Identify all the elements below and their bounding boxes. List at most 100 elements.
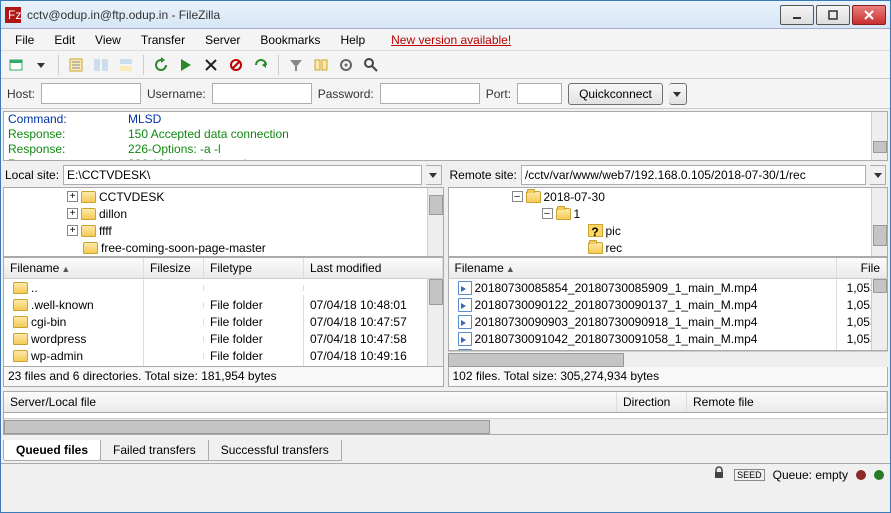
refresh-icon[interactable] bbox=[150, 54, 172, 76]
menu-edit[interactable]: Edit bbox=[46, 31, 83, 49]
expander-icon[interactable]: + bbox=[67, 208, 78, 219]
remote-file-list[interactable]: 20180730085854_20180730085909_1_main_M.m… bbox=[448, 279, 889, 351]
list-item[interactable]: cgi-binFile folder07/04/18 10:47:57 bbox=[4, 313, 443, 330]
menu-help[interactable]: Help bbox=[332, 31, 373, 49]
tab-successful[interactable]: Successful transfers bbox=[208, 440, 342, 461]
col-serverlocal[interactable]: Server/Local file bbox=[4, 392, 617, 412]
quickconnect-bar: Host: Username: Password: Port: Quickcon… bbox=[1, 79, 890, 109]
col-remotefile[interactable]: Remote file bbox=[687, 392, 887, 412]
disconnect-icon[interactable] bbox=[225, 54, 247, 76]
tree-item[interactable]: – 1 bbox=[449, 205, 888, 222]
tree-item[interactable]: free-coming-soon-page-master bbox=[4, 239, 443, 256]
menu-bar: File Edit View Transfer Server Bookmarks… bbox=[1, 29, 890, 51]
col-filename[interactable]: Filename▲ bbox=[4, 258, 144, 278]
quickconnect-button[interactable]: Quickconnect bbox=[568, 83, 663, 105]
video-file-icon bbox=[458, 298, 472, 312]
local-site-label: Local site: bbox=[5, 168, 59, 182]
list-item[interactable]: wordpressFile folder07/04/18 10:47:58 bbox=[4, 330, 443, 347]
maximize-button[interactable] bbox=[816, 5, 850, 25]
cancel-icon[interactable] bbox=[200, 54, 222, 76]
remote-list-hscrollbar[interactable] bbox=[448, 351, 889, 367]
tree-item[interactable]: + dillon bbox=[4, 205, 443, 222]
col-remote-filesize[interactable]: File bbox=[837, 258, 887, 278]
expander-icon[interactable]: + bbox=[67, 225, 78, 236]
remote-list-header: Filename▲ File bbox=[448, 257, 889, 279]
reconnect-icon[interactable] bbox=[250, 54, 272, 76]
tree-item[interactable]: + CCTVDESK bbox=[4, 188, 443, 205]
list-item[interactable]: wp-contentFile folder07/04/18 11:00:20 bbox=[4, 364, 443, 367]
col-filetype[interactable]: Filetype bbox=[204, 258, 304, 278]
toolbar bbox=[1, 51, 890, 79]
minimize-button[interactable] bbox=[780, 5, 814, 25]
encryption-icon bbox=[712, 466, 726, 483]
local-tree[interactable]: + CCTVDESK+ dillon+ ffff free-coming-soo… bbox=[3, 187, 444, 257]
queue-header: Server/Local file Direction Remote file bbox=[3, 391, 888, 413]
menu-view[interactable]: View bbox=[87, 31, 129, 49]
local-path-dropdown[interactable] bbox=[426, 165, 442, 185]
queue-list[interactable] bbox=[3, 413, 888, 435]
expander-icon[interactable]: – bbox=[542, 208, 553, 219]
toggle-queue-icon[interactable] bbox=[115, 54, 137, 76]
folder-icon bbox=[13, 316, 28, 328]
folder-icon bbox=[13, 333, 28, 345]
search-icon[interactable] bbox=[360, 54, 382, 76]
activity-led-1 bbox=[856, 470, 866, 480]
menu-bookmarks[interactable]: Bookmarks bbox=[252, 31, 328, 49]
close-button[interactable] bbox=[852, 5, 886, 25]
port-input[interactable] bbox=[517, 83, 562, 104]
col-filesize[interactable]: Filesize bbox=[144, 258, 204, 278]
expander-icon[interactable]: + bbox=[67, 191, 78, 202]
folder-icon bbox=[83, 242, 98, 254]
local-list-scrollbar[interactable] bbox=[427, 279, 443, 366]
queue-hscrollbar[interactable] bbox=[4, 418, 887, 434]
folder-icon bbox=[81, 191, 96, 203]
tree-item[interactable]: + ffff bbox=[4, 222, 443, 239]
remote-tree-scrollbar[interactable] bbox=[871, 188, 887, 256]
sitemanager-dropdown-icon[interactable] bbox=[30, 54, 52, 76]
tree-item[interactable]: ? pic bbox=[449, 222, 888, 239]
remote-list-scrollbar[interactable] bbox=[871, 279, 887, 350]
title-bar: Fz cctv@odup.in@ftp.odup.in - FileZilla bbox=[1, 1, 890, 29]
password-label: Password: bbox=[318, 87, 374, 101]
new-version-link[interactable]: New version available! bbox=[383, 31, 519, 49]
host-input[interactable] bbox=[41, 83, 141, 104]
col-direction[interactable]: Direction bbox=[617, 392, 687, 412]
local-file-list[interactable]: ...well-knownFile folder07/04/18 10:48:0… bbox=[3, 279, 444, 367]
sitemanager-icon[interactable] bbox=[5, 54, 27, 76]
list-item[interactable]: 20180730085854_20180730085909_1_main_M.m… bbox=[449, 279, 888, 296]
password-input[interactable] bbox=[380, 83, 480, 104]
list-item[interactable]: 20180730091042_20180730091058_1_main_M.m… bbox=[449, 330, 888, 347]
log-scrollbar[interactable] bbox=[871, 112, 887, 160]
list-item[interactable]: 20180730090122_20180730090137_1_main_M.m… bbox=[449, 296, 888, 313]
remote-tree[interactable]: – 2018-07-30– 1 ? pic rec bbox=[448, 187, 889, 257]
menu-file[interactable]: File bbox=[7, 31, 42, 49]
folder-icon bbox=[556, 208, 571, 220]
tab-queued[interactable]: Queued files bbox=[3, 440, 101, 461]
username-input[interactable] bbox=[212, 83, 312, 104]
mode-indicator: SEED bbox=[734, 469, 765, 481]
local-path-input[interactable] bbox=[63, 165, 421, 185]
col-remote-filename[interactable]: Filename▲ bbox=[449, 258, 838, 278]
local-tree-scrollbar[interactable] bbox=[427, 188, 443, 256]
list-item[interactable]: .. bbox=[4, 279, 443, 296]
menu-server[interactable]: Server bbox=[197, 31, 248, 49]
tab-failed[interactable]: Failed transfers bbox=[100, 440, 209, 461]
toggle-tree-icon[interactable] bbox=[90, 54, 112, 76]
remote-path-dropdown[interactable] bbox=[870, 165, 886, 185]
compare-icon[interactable] bbox=[310, 54, 332, 76]
sync-browse-icon[interactable] bbox=[335, 54, 357, 76]
svg-text:Fz: Fz bbox=[8, 8, 21, 22]
filter-icon[interactable] bbox=[285, 54, 307, 76]
tree-item[interactable]: – 2018-07-30 bbox=[449, 188, 888, 205]
process-queue-icon[interactable] bbox=[175, 54, 197, 76]
remote-path-input[interactable] bbox=[521, 165, 866, 185]
expander-icon[interactable]: – bbox=[512, 191, 523, 202]
quickconnect-dropdown[interactable] bbox=[669, 83, 687, 105]
list-item[interactable]: 20180730090903_20180730090918_1_main_M.m… bbox=[449, 313, 888, 330]
tree-item[interactable]: rec bbox=[449, 239, 888, 256]
list-item[interactable]: wp-adminFile folder07/04/18 10:49:16 bbox=[4, 347, 443, 364]
list-item[interactable]: .well-knownFile folder07/04/18 10:48:01 bbox=[4, 296, 443, 313]
menu-transfer[interactable]: Transfer bbox=[133, 31, 193, 49]
col-lastmod[interactable]: Last modified bbox=[304, 258, 443, 278]
toggle-log-icon[interactable] bbox=[65, 54, 87, 76]
